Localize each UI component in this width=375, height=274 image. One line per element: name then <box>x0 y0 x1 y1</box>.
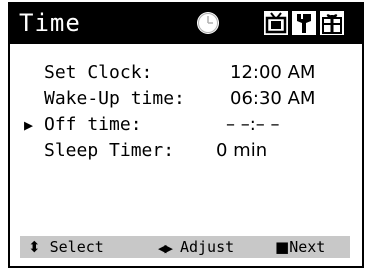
wake-up-time-row[interactable]: Wake-Up time: 06:30 AM <box>10 88 362 110</box>
select-hint: ⬍ Select <box>28 236 104 258</box>
title-bar: Time <box>10 4 362 44</box>
wake-up-time-value: 06:30 AM <box>230 88 316 109</box>
time-settings-screen: Time Set Clock: 12:00 AM Wake-Up time: 0… <box>8 2 364 268</box>
gift-icon[interactable] <box>320 11 344 35</box>
off-time-row[interactable]: ▶ Off time: – –:– – <box>10 114 362 136</box>
sleep-timer-label: Sleep Timer: <box>44 140 175 161</box>
left-right-arrows-icon: ◀▶ <box>158 242 173 255</box>
up-down-arrows-icon: ⬍ <box>28 238 41 256</box>
set-clock-label: Set Clock: <box>44 62 153 83</box>
sleep-timer-row[interactable]: Sleep Timer: 0 min <box>10 140 362 162</box>
off-time-label: Off time: <box>44 114 142 135</box>
clock-icon[interactable] <box>196 11 220 35</box>
adjust-hint-label: Adjust <box>179 238 235 256</box>
next-hint-label: Next <box>289 238 326 256</box>
tv-icon[interactable] <box>264 11 288 35</box>
wake-up-time-label: Wake-Up time: <box>44 88 185 109</box>
set-clock-row[interactable]: Set Clock: 12:00 AM <box>10 62 362 84</box>
selection-pointer-icon: ▶ <box>24 116 34 134</box>
stop-square-icon: ■ <box>275 238 290 256</box>
button-hint-bar: ⬍ Select ◀▶ Adjust ■Next <box>20 236 350 258</box>
off-time-value: – –:– – <box>226 114 280 135</box>
screen-title: Time <box>19 9 81 37</box>
tools-icon[interactable] <box>292 11 316 35</box>
next-hint: ■Next <box>275 236 325 258</box>
select-hint-label: Select <box>49 238 104 256</box>
sleep-timer-value: 0 min <box>216 140 268 161</box>
adjust-hint: ◀▶ Adjust <box>158 236 234 260</box>
set-clock-value: 12:00 AM <box>230 62 316 83</box>
